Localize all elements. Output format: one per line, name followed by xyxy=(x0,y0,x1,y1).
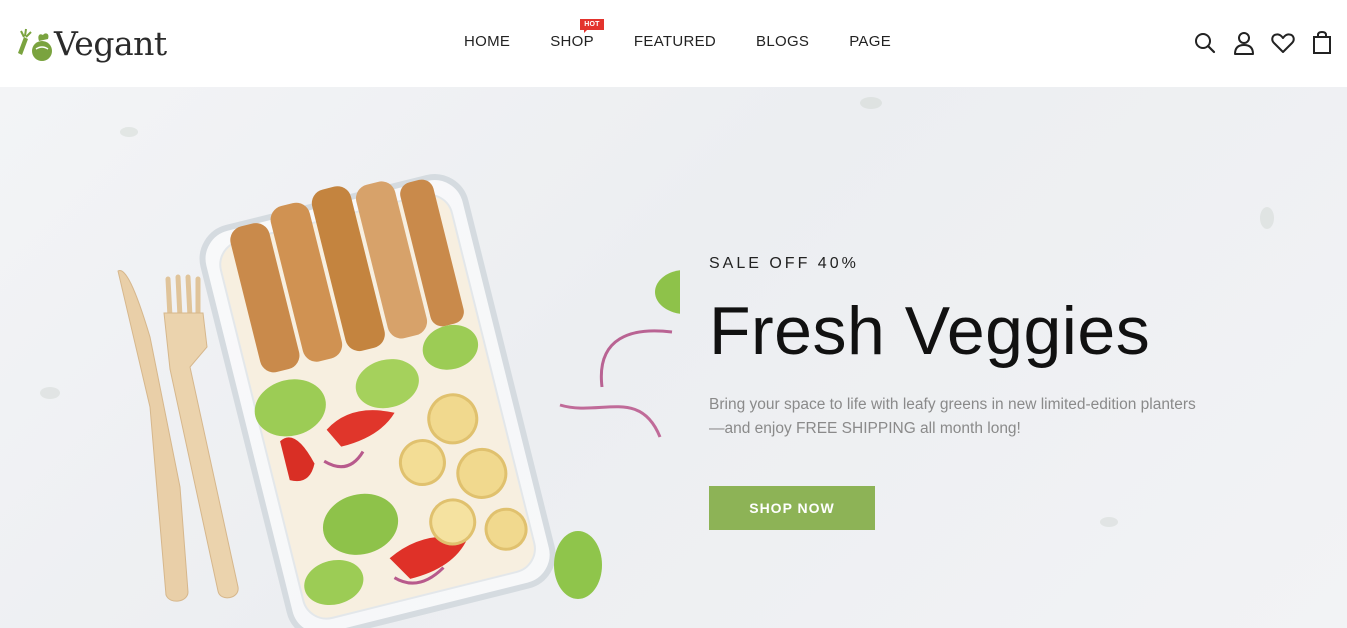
header-icons xyxy=(1193,31,1334,55)
background-speck xyxy=(860,97,882,109)
nav-page-label: PAGE xyxy=(849,33,892,50)
hero-title: Fresh Veggies xyxy=(709,293,1151,369)
nav-home[interactable]: HOME xyxy=(464,33,510,50)
logo[interactable]: Vegant xyxy=(12,22,167,64)
hero-banner: SALE OFF 40% Fresh Veggies Bring your sp… xyxy=(0,87,1347,628)
shopping-bag-icon[interactable] xyxy=(1310,31,1334,55)
search-icon[interactable] xyxy=(1193,31,1217,55)
sale-label: SALE OFF 40% xyxy=(709,255,859,272)
main-nav: HOME SHOP HOT FEATURED BLOGS PAGE xyxy=(464,19,931,50)
heart-icon[interactable] xyxy=(1271,31,1295,55)
hot-badge: HOT xyxy=(580,19,604,33)
nav-featured[interactable]: FEATURED xyxy=(634,33,716,50)
nav-page[interactable]: PAGE xyxy=(849,33,891,50)
nav-home-label: HOME xyxy=(464,33,511,50)
user-icon[interactable] xyxy=(1232,31,1256,55)
nav-blogs-label: BLOGS xyxy=(756,33,810,50)
hero-description: Bring your space to life with leafy gree… xyxy=(709,396,1196,437)
salad-container-image xyxy=(117,174,680,628)
site-header: Vegant HOME SHOP HOT FEATURED BLOGS PAGE xyxy=(0,0,1347,87)
nav-shop-label: SHOP xyxy=(550,33,594,50)
background-speck xyxy=(1100,517,1118,527)
nav-blogs[interactable]: BLOGS xyxy=(756,33,809,50)
nav-featured-label: FEATURED xyxy=(633,33,717,50)
brand-name: Vegant xyxy=(54,23,167,63)
shop-now-button[interactable]: SHOP NOW xyxy=(709,486,875,530)
nav-shop[interactable]: SHOP HOT xyxy=(550,19,604,50)
vegetable-logo-icon xyxy=(18,28,52,61)
background-speck xyxy=(1260,207,1274,229)
